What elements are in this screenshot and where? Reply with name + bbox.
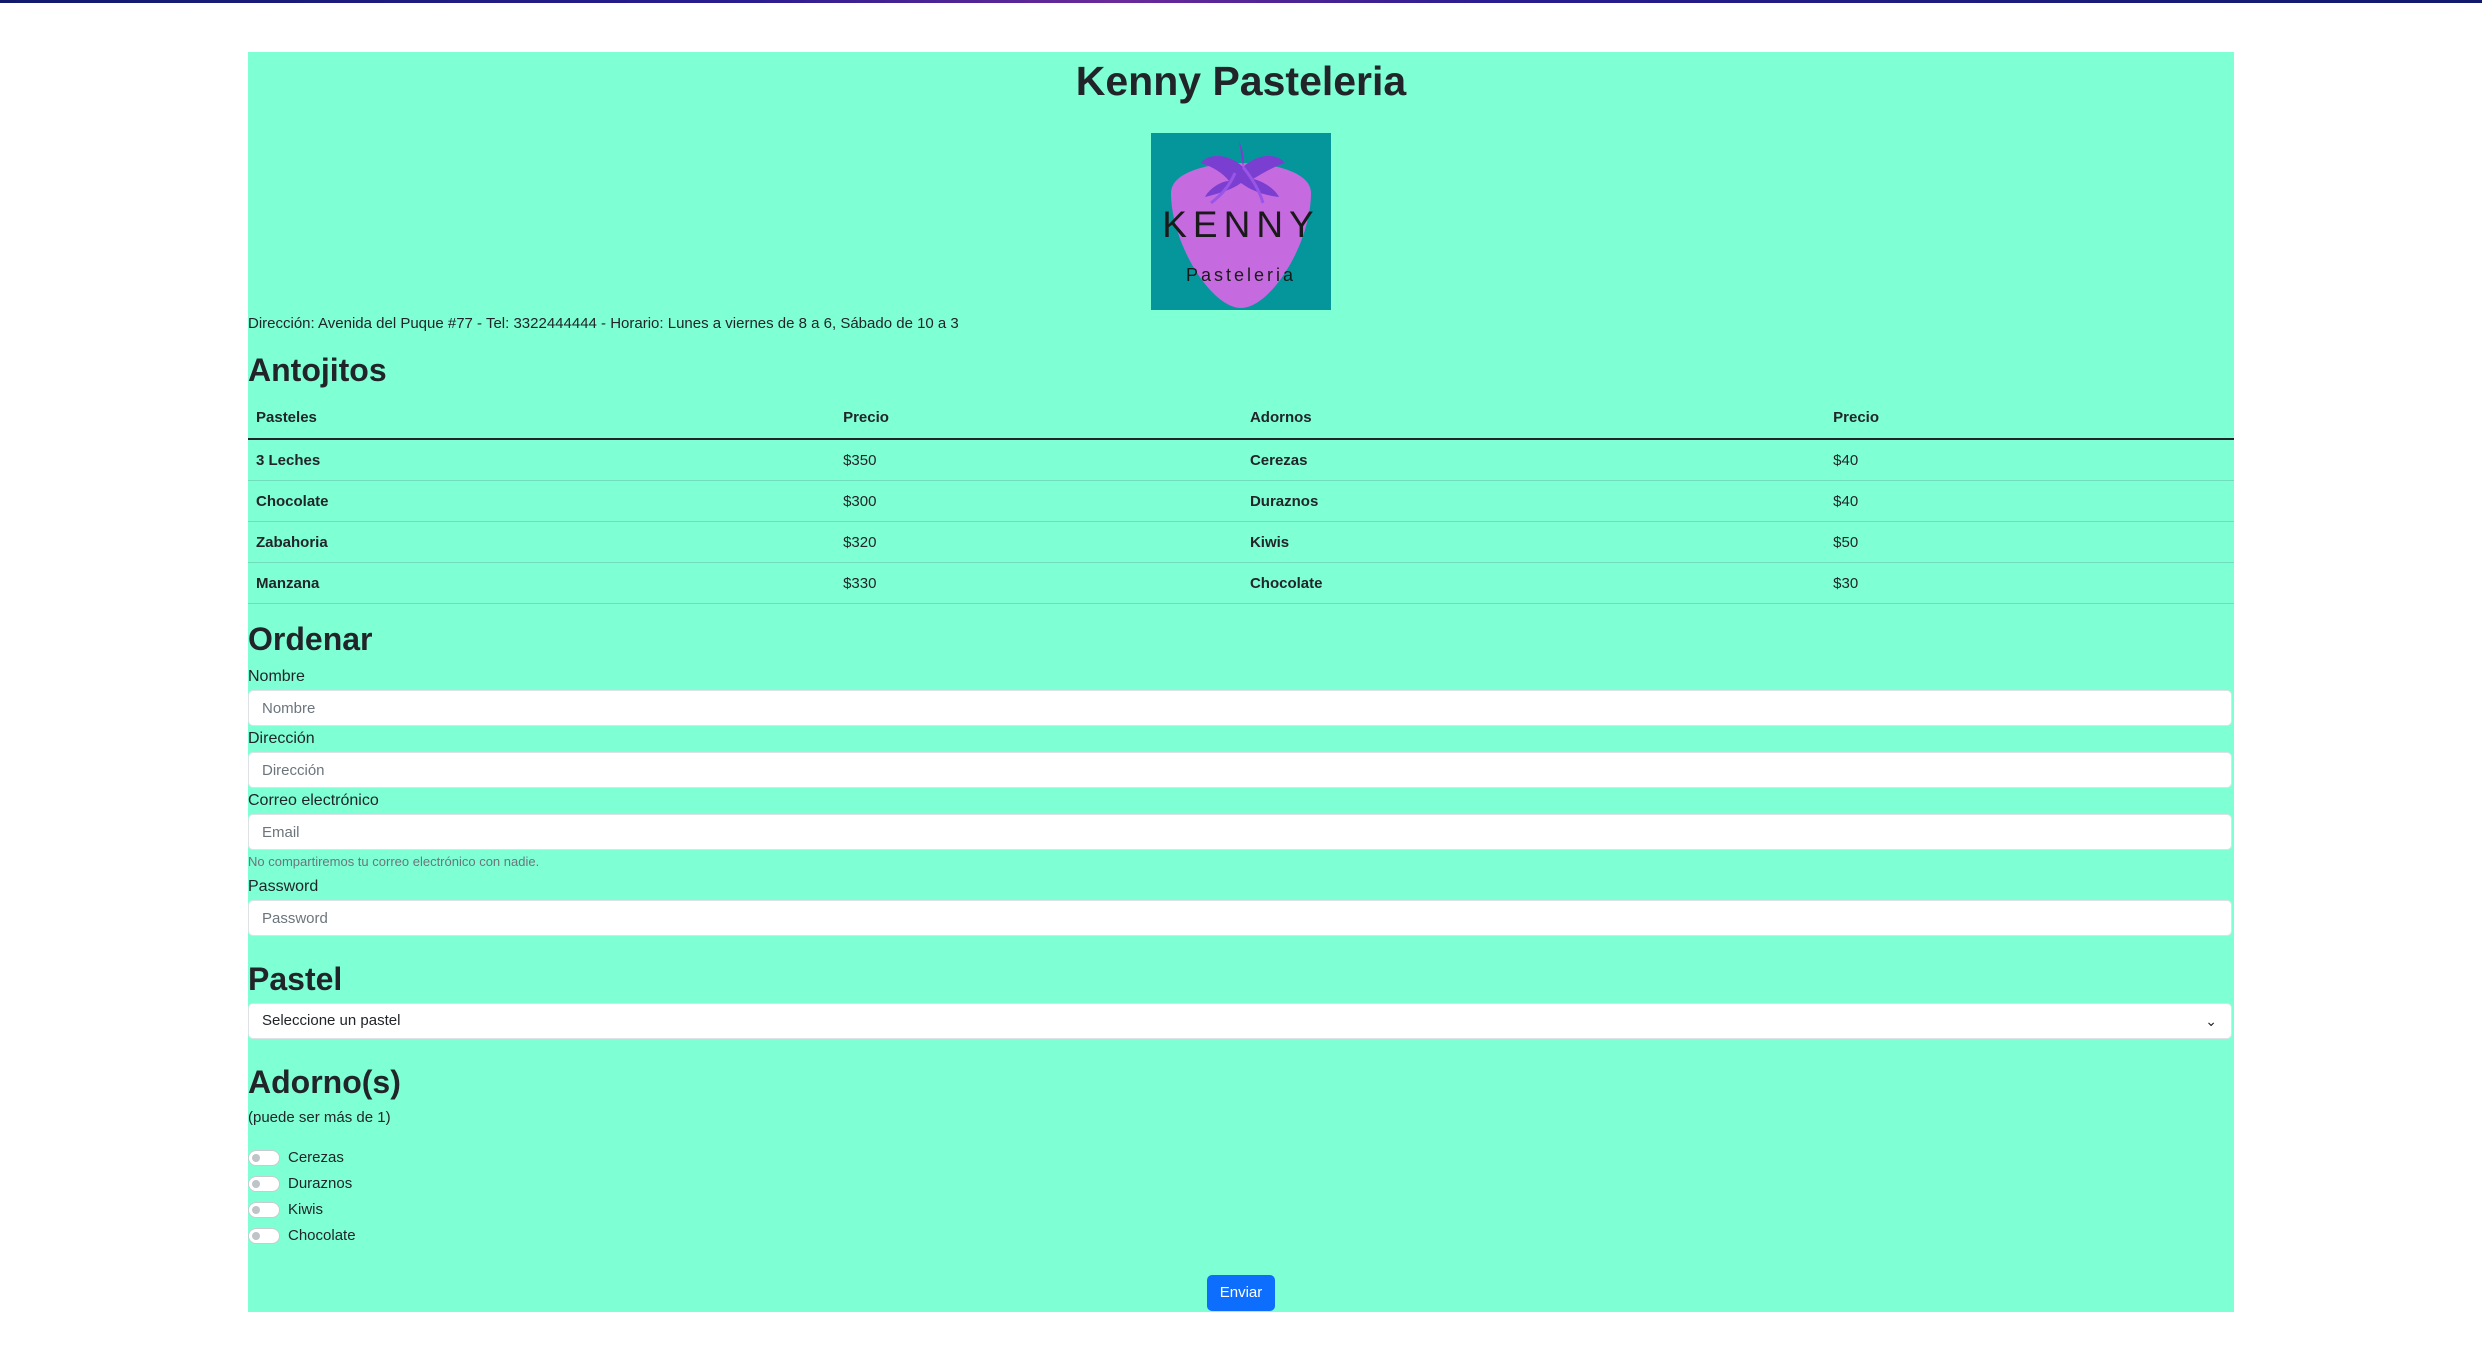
page-container: Kenny Pasteleria KENNY Pasteleria Direcc…	[248, 52, 2234, 1312]
logo-wordmark: KENNY	[1162, 204, 1320, 245]
cell-adorno: Kiwis	[1241, 521, 1826, 563]
switch-label: Chocolate	[288, 1227, 356, 1244]
chevron-down-icon: ⌄	[2205, 1013, 2217, 1029]
submit-button[interactable]: Enviar	[1207, 1275, 1275, 1311]
browser-top-strip	[0, 0, 2482, 3]
switch-row-cerezas[interactable]: Cerezas	[248, 1147, 344, 1169]
toggle-switch[interactable]	[248, 1176, 280, 1192]
pastel-select-value: Seleccione un pastel	[262, 1012, 401, 1029]
switch-row-kiwis[interactable]: Kiwis	[248, 1199, 323, 1221]
cell-pastel: Manzana	[248, 562, 836, 604]
name-input[interactable]	[248, 690, 2232, 726]
cell-price: $40	[1825, 439, 2234, 481]
price-table: Pasteles Precio Adornos Precio 3 Leches …	[248, 396, 2234, 604]
menu-heading: Antojitos	[248, 352, 387, 388]
switch-label: Duraznos	[288, 1175, 353, 1192]
cell-pastel: Chocolate	[248, 480, 836, 522]
switch-row-duraznos[interactable]: Duraznos	[248, 1173, 352, 1195]
cell-price: $30	[1825, 562, 2234, 604]
cell-adorno: Chocolate	[1241, 562, 1826, 604]
switch-label: Kiwis	[288, 1201, 324, 1218]
store-info: Dirección: Avenida del Puque #77 - Tel: …	[248, 315, 959, 332]
switch-label: Cerezas	[288, 1149, 344, 1166]
email-input[interactable]	[248, 814, 2232, 850]
table-row: Manzana $330 Chocolate $30	[248, 562, 2234, 604]
cell-pastel: Zabahoria	[248, 521, 836, 563]
address-input[interactable]	[248, 752, 2232, 788]
cell-price: $320	[835, 521, 1242, 563]
table-row: Zabahoria $320 Kiwis $50	[248, 521, 2234, 563]
password-label: Password	[248, 878, 319, 895]
cell-price: $350	[835, 439, 1242, 481]
cell-pastel: 3 Leches	[248, 439, 836, 481]
cell-price: $300	[835, 480, 1242, 522]
email-help-text: No compartiremos tu correo electrónico c…	[248, 854, 540, 869]
email-label: Correo electrónico	[248, 792, 379, 809]
switch-row-chocolate[interactable]: Chocolate	[248, 1225, 356, 1247]
password-input[interactable]	[248, 900, 2232, 936]
adornos-note: (puede ser más de 1)	[248, 1109, 391, 1126]
page-title: Kenny Pasteleria	[1075, 58, 1407, 104]
address-label: Dirección	[248, 730, 315, 747]
pastel-select[interactable]: Seleccione un pastel ⌄	[248, 1003, 2232, 1039]
table-row: Chocolate $300 Duraznos $40	[248, 480, 2234, 522]
toggle-switch[interactable]	[248, 1202, 280, 1218]
column-header-precio: Precio	[835, 396, 1242, 440]
pastel-heading: Pastel	[248, 961, 343, 997]
table-header-row: Pasteles Precio Adornos Precio	[248, 396, 2234, 440]
cell-adorno: Duraznos	[1241, 480, 1826, 522]
toggle-switch[interactable]	[248, 1150, 280, 1166]
column-header-precio: Precio	[1825, 396, 2234, 440]
name-label: Nombre	[248, 668, 305, 685]
logo-subtitle: Pasteleria	[1185, 265, 1297, 285]
adornos-heading: Adorno(s)	[248, 1064, 401, 1100]
cell-price: $40	[1825, 480, 2234, 522]
cell-price: $330	[835, 562, 1242, 604]
order-heading: Ordenar	[248, 621, 373, 657]
table-row: 3 Leches $350 Cerezas $40	[248, 439, 2234, 481]
cell-adorno: Cerezas	[1241, 439, 1826, 481]
column-header-pasteles: Pasteles	[248, 396, 836, 440]
cell-price: $50	[1825, 521, 2234, 563]
logo: KENNY Pasteleria	[1151, 133, 1331, 310]
toggle-switch[interactable]	[248, 1228, 280, 1244]
column-header-adornos: Adornos	[1241, 396, 1826, 440]
